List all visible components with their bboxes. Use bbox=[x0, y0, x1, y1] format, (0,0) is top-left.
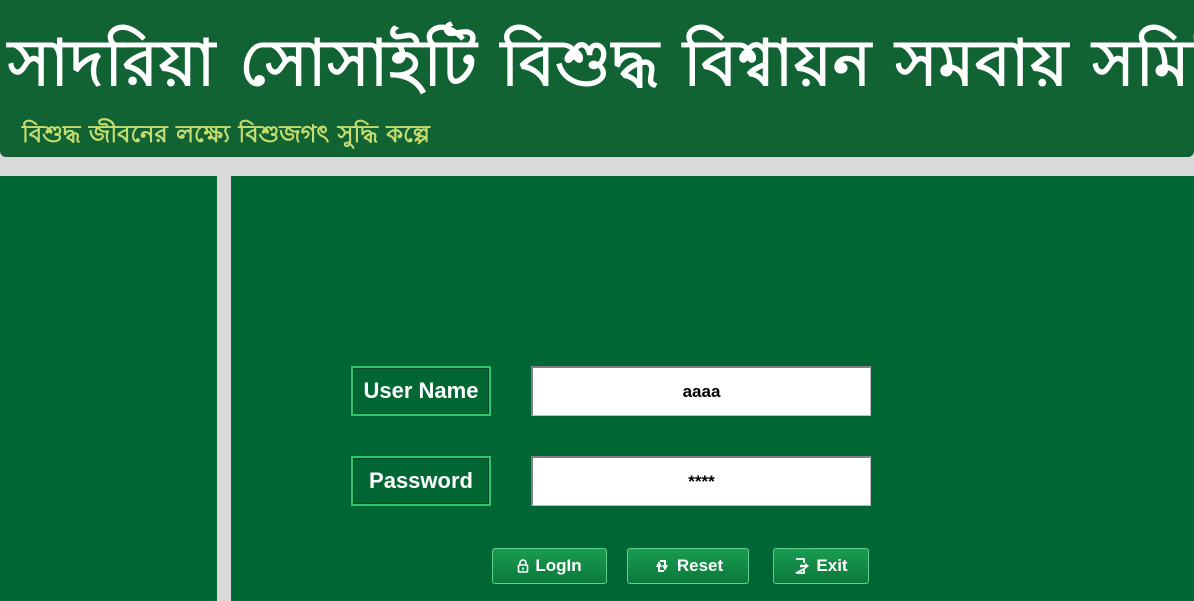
exit-icon bbox=[794, 558, 810, 574]
reset-button-label: Reset bbox=[676, 556, 724, 575]
reset-button[interactable]: Reset bbox=[627, 548, 749, 584]
login-button[interactable]: LogIn bbox=[492, 548, 607, 584]
password-input[interactable] bbox=[531, 456, 871, 506]
login-button-label: LogIn bbox=[535, 556, 582, 575]
username-label: User Name bbox=[351, 366, 491, 416]
app-title: সাদরিয়া সোসাইটি বিশুদ্ধ বিশ্বায়ন সমবায… bbox=[8, 27, 1194, 101]
refresh-icon bbox=[653, 558, 671, 574]
lock-icon bbox=[517, 559, 529, 573]
app-subtitle: বিশুদ্ধ জীবনের লক্ষ্যে বিশুজগৎ সুদ্ধি কল… bbox=[22, 120, 430, 148]
app-header: সাদরিয়া সোসাইটি বিশুদ্ধ বিশ্বায়ন সমবায… bbox=[0, 0, 1194, 157]
left-sidebar bbox=[0, 176, 217, 601]
exit-button[interactable]: Exit bbox=[773, 548, 869, 584]
login-panel: User Name Password LogIn Reset bbox=[231, 176, 1194, 601]
exit-button-label: Exit bbox=[816, 556, 848, 575]
username-input[interactable] bbox=[531, 366, 871, 416]
password-label: Password bbox=[351, 456, 491, 506]
